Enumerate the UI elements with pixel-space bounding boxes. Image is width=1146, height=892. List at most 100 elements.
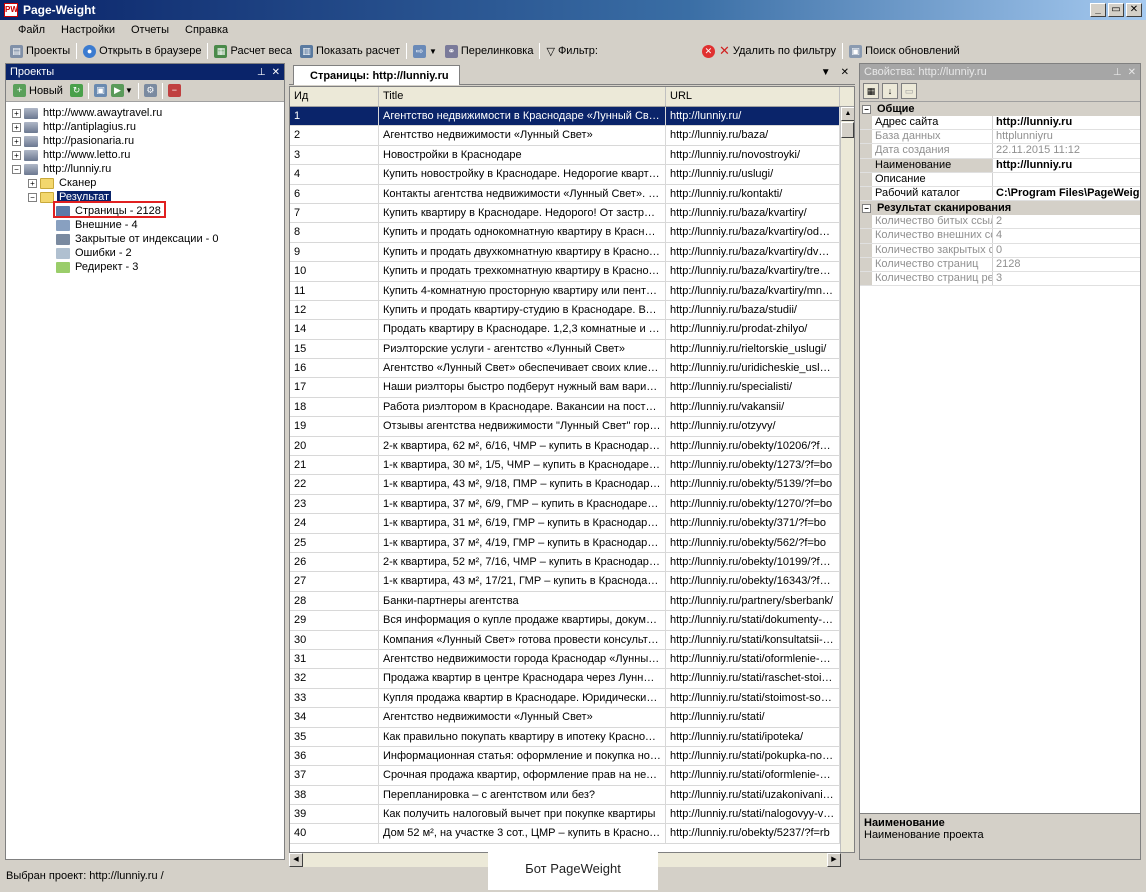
- tree-node[interactable]: − http://lunniy.ru: [12, 162, 284, 176]
- table-row[interactable]: 39 Как получить налоговый вычет при покуп…: [290, 805, 854, 825]
- table-row[interactable]: 17 Наши риэлторы быстро подберут нужный в…: [290, 378, 854, 398]
- table-row[interactable]: 35 Как правильно покупать квартиру в ипот…: [290, 727, 854, 747]
- tree-node[interactable]: Редирект - 3: [12, 260, 284, 274]
- property-row[interactable]: База данных httplunniyru: [860, 130, 1140, 145]
- table-row[interactable]: 33 Купля продажа квартир в Краснодаре. Юр…: [290, 688, 854, 709]
- property-row[interactable]: Описание: [860, 172, 1140, 187]
- collapse-icon[interactable]: −: [28, 192, 37, 202]
- tab-pages[interactable]: Страницы: http://lunniy.ru: [293, 65, 460, 85]
- collapse-icon[interactable]: −: [862, 104, 871, 114]
- table-row[interactable]: 28 Банки-партнеры агентства http://lunniy.…: [290, 591, 854, 612]
- expand-icon[interactable]: +: [12, 136, 21, 146]
- menu-help[interactable]: Справка: [177, 24, 236, 36]
- projects-button[interactable]: ▤ Проекты: [6, 44, 74, 58]
- panel-close-icon[interactable]: ✕: [272, 67, 280, 78]
- table-row[interactable]: 19 Отзывы агентства недвижимости "Лунный …: [290, 417, 854, 437]
- property-value[interactable]: http://lunniy.ru: [993, 116, 1140, 129]
- table-row[interactable]: 12 Купить и продать квартиру-студию в Кра…: [290, 300, 854, 321]
- table-row[interactable]: 37 Срочная продажа квартир, оформление пр…: [290, 766, 854, 786]
- property-value[interactable]: 4: [993, 229, 1140, 242]
- column-header-title[interactable]: Title: [379, 87, 666, 106]
- scroll-left-icon[interactable]: ◀: [289, 853, 303, 867]
- property-row[interactable]: Рабочий каталог C:\Program Files\PageWeig…: [860, 186, 1140, 202]
- calc-weight-button[interactable]: ▦ Расчет веса: [210, 44, 296, 58]
- pin-icon[interactable]: ⊥: [1113, 67, 1122, 78]
- table-row[interactable]: 1 Агентство недвижимости в Краснодаре «Лу…: [290, 107, 854, 127]
- copy-project-icon[interactable]: ▣: [93, 84, 107, 97]
- filter-input[interactable]: [605, 43, 698, 59]
- table-row[interactable]: 9 Купить и продать двухкомнатную квартиру…: [290, 242, 854, 263]
- column-header-url[interactable]: URL: [666, 87, 840, 106]
- tree-node[interactable]: + http://antiplagius.ru: [12, 120, 284, 134]
- collapse-icon[interactable]: −: [12, 164, 21, 174]
- table-row[interactable]: 38 Перепланировка – с агентством или без?…: [290, 785, 854, 806]
- minimize-button[interactable]: _: [1090, 3, 1106, 17]
- tab-close-icon[interactable]: ✕: [841, 67, 849, 78]
- table-row[interactable]: 15 Риэлторские услуги - агентство «Лунный…: [290, 339, 854, 360]
- property-row[interactable]: Количество внешних ссылок4: [860, 229, 1140, 244]
- scan-icon[interactable]: ▶: [110, 84, 124, 97]
- export-dropdown-button[interactable]: ⇨ ▼: [409, 44, 441, 58]
- table-row[interactable]: 7 Купить квартиру в Краснодаре. Недорого!…: [290, 203, 854, 224]
- property-category-scan[interactable]: − Результат сканирования: [860, 201, 1140, 216]
- check-updates-button[interactable]: ▣ Поиск обновлений: [845, 44, 964, 58]
- clear-filter-icon[interactable]: ✕: [701, 44, 715, 58]
- scroll-thumb[interactable]: [841, 122, 854, 138]
- column-header-id[interactable]: Ид: [290, 87, 379, 106]
- table-row[interactable]: 3 Новостройки в Краснодаре http://lunniy.r…: [290, 145, 854, 166]
- table-row[interactable]: 40 Дом 52 м², на участке 3 сот., ЦМР – ку…: [290, 824, 854, 844]
- table-row[interactable]: 16 Агентство «Лунный Свет» обеспечивает с…: [290, 359, 854, 379]
- table-row[interactable]: 23 1-к квартира, 37 м², 6/9, ГМР – купить…: [290, 494, 854, 515]
- grid-vertical-scrollbar[interactable]: ▲: [840, 107, 854, 852]
- tree-node[interactable]: + http://www.letto.ru: [12, 148, 284, 162]
- scroll-right-icon[interactable]: ▶: [827, 853, 841, 867]
- expand-icon[interactable]: +: [12, 108, 21, 118]
- table-row[interactable]: 31 Агентство недвижимости города Краснода…: [290, 649, 854, 670]
- property-category-general[interactable]: − Общие: [860, 102, 1140, 116]
- chevron-down-icon[interactable]: ▼: [125, 86, 133, 95]
- property-value[interactable]: 2128: [993, 258, 1140, 271]
- delete-project-icon[interactable]: −: [167, 84, 181, 97]
- panel-close-icon[interactable]: ✕: [1128, 67, 1136, 78]
- table-row[interactable]: 26 2-к квартира, 52 м², 7/16, ЧМР – купит…: [290, 552, 854, 573]
- table-row[interactable]: 34 Агентство недвижимости «Лунный Свет» ht…: [290, 708, 854, 728]
- table-row[interactable]: 2 Агентство недвижимости «Лунный Свет» htt…: [290, 126, 854, 146]
- table-row[interactable]: 36 Информационная статья: оформление и по…: [290, 746, 854, 767]
- table-row[interactable]: 29 Вся информация о купле продаже квартир…: [290, 611, 854, 631]
- show-calc-button[interactable]: ▥ Показать расчет: [296, 44, 404, 58]
- open-browser-button[interactable]: ● Открыть в браузере: [79, 44, 205, 58]
- table-row[interactable]: 20 2-к квартира, 62 м², 6/16, ЧМР – купит…: [290, 436, 854, 457]
- tree-node[interactable]: + http://pasionaria.ru: [12, 134, 284, 148]
- property-pages-icon[interactable]: ▭: [901, 82, 917, 99]
- expand-icon[interactable]: +: [28, 178, 37, 188]
- refresh-icon[interactable]: ↻: [69, 84, 83, 97]
- property-row[interactable]: Адрес сайта http://lunniy.ru: [860, 116, 1140, 131]
- table-row[interactable]: 14 Продать квартиру в Краснодаре. 1,2,3 к…: [290, 320, 854, 340]
- scroll-up-icon[interactable]: ▲: [841, 107, 854, 121]
- table-row[interactable]: 22 1-к квартира, 43 м², 9/18, ПМР – купит…: [290, 475, 854, 495]
- menu-reports[interactable]: Отчеты: [123, 24, 177, 36]
- table-row[interactable]: 18 Работа риэлтором в Краснодаре. Ваканси…: [290, 397, 854, 418]
- property-row[interactable]: Дата создания 22.11.2015 11:12: [860, 144, 1140, 159]
- table-row[interactable]: 6 Контакты агентства недвижимости «Лунный…: [290, 184, 854, 204]
- tree-node[interactable]: Ошибки - 2: [12, 246, 284, 260]
- tree-node[interactable]: + http://www.awaytravel.ru: [12, 106, 284, 120]
- property-value[interactable]: http://lunniy.ru: [993, 159, 1140, 172]
- table-row[interactable]: 10 Купить и продать трехкомнатную квартир…: [290, 262, 854, 282]
- property-value[interactable]: 0: [993, 244, 1140, 257]
- delete-by-filter-button[interactable]: ✕ Удалить по фильтру: [715, 43, 840, 59]
- property-row[interactable]: Наименование http://lunniy.ru: [860, 158, 1140, 173]
- property-value[interactable]: 3: [993, 272, 1140, 285]
- table-row[interactable]: 27 1-к квартира, 43 м², 17/21, ГМР – купи…: [290, 572, 854, 592]
- pin-icon[interactable]: ⊥: [257, 67, 266, 78]
- tree-node[interactable]: + Сканер: [12, 176, 284, 190]
- property-value[interactable]: [993, 173, 1140, 186]
- tree-node[interactable]: Внешние - 4: [12, 218, 284, 232]
- sort-alpha-icon[interactable]: ↓: [882, 82, 898, 99]
- tab-list-chevron-icon[interactable]: ▼: [821, 67, 831, 78]
- new-project-button[interactable]: + Новый: [9, 84, 67, 97]
- table-row[interactable]: 11 Купить 4-комнатную просторную квартиру…: [290, 281, 854, 301]
- expand-icon[interactable]: +: [12, 150, 21, 160]
- close-button[interactable]: ✕: [1126, 3, 1142, 17]
- property-value[interactable]: 22.11.2015 11:12: [993, 144, 1140, 157]
